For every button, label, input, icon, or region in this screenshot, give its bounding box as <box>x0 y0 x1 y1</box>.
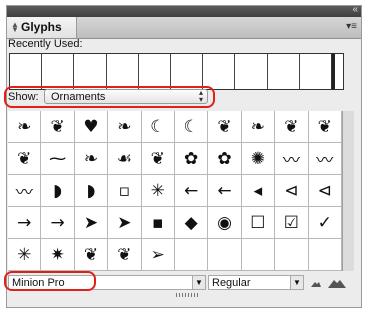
glyph-cell[interactable]: ❦ <box>141 143 175 175</box>
highlight-ring-font <box>4 271 96 291</box>
recent-glyph-cell[interactable] <box>300 54 331 89</box>
glyph-cell[interactable]: 〰 <box>308 143 342 175</box>
glyph-cell[interactable] <box>308 239 342 271</box>
glyph-cell[interactable]: ✳ <box>141 175 175 207</box>
glyph-cell[interactable]: 〰 <box>8 175 42 207</box>
font-style-value: Regular <box>212 277 251 289</box>
glyph-cell[interactable]: ◂ <box>241 175 276 207</box>
glyph-cell[interactable] <box>208 239 242 271</box>
recent-glyph-cell[interactable] <box>171 54 204 89</box>
glyph-cell[interactable]: → <box>41 207 75 239</box>
glyph-cell[interactable]: ➤ <box>74 207 109 239</box>
glyph-cell[interactable] <box>241 239 276 271</box>
font-style-field[interactable]: Regular <box>208 275 302 290</box>
glyph-cell[interactable]: ❦ <box>275 111 309 143</box>
zoom-out-icon[interactable] <box>310 279 322 288</box>
recent-glyph-cell[interactable] <box>268 54 300 89</box>
collapse-icon[interactable]: « <box>352 4 357 15</box>
panel-title-bar[interactable]: « <box>7 4 361 17</box>
glyph-cell[interactable]: ❧ <box>108 111 142 143</box>
glyph-cell[interactable]: ✺ <box>241 143 276 175</box>
glyph-cell[interactable]: ❧ <box>8 111 42 143</box>
glyph-cell[interactable]: ♥ <box>74 111 109 143</box>
tab-grip-icon[interactable]: ▲ ▼ <box>11 21 19 34</box>
panel-tab-row: ▲ ▼ Glyphs ▾≡ <box>7 17 361 39</box>
glyph-cell[interactable]: → <box>8 207 42 239</box>
panel-menu-icon[interactable]: ▾≡ <box>346 21 357 33</box>
glyph-cell[interactable]: ☑ <box>275 207 309 239</box>
glyph-cell[interactable]: ◉ <box>208 207 242 239</box>
recent-glyph-cell[interactable] <box>74 54 107 89</box>
glyph-cell[interactable]: ❦ <box>74 239 109 271</box>
glyph-cell[interactable]: ◆ <box>174 207 209 239</box>
glyph-cell[interactable]: ❦ <box>208 111 242 143</box>
recent-glyph-cell[interactable] <box>203 54 236 89</box>
glyph-cell[interactable]: ◗ <box>74 175 109 207</box>
resize-grip-icon[interactable] <box>176 293 198 297</box>
glyph-cell[interactable]: ☾ <box>174 111 209 143</box>
glyph-cell[interactable]: ❦ <box>308 111 342 143</box>
recent-glyph-cell[interactable] <box>10 54 43 89</box>
glyph-cell[interactable]: ▪ <box>141 207 175 239</box>
glyph-grid: ❧ ❦ ♥ ❧ ☾ ☾ ❦ ❧ ❦ ❦ ❦ ⁓ ❧ ☙ ❦ ✿ ✿ ✺ 〰〰〰 ◗ ◗ ▫ ✳ ← ← ◂ ⊲ ⊲ → → ➤ ➤ ▪ ◆ ◉ ☐ ☑ ✓… <box>8 111 342 271</box>
glyph-cell[interactable]: ⊲ <box>308 175 342 207</box>
recent-glyph-cell[interactable] <box>235 54 268 89</box>
glyph-cell[interactable]: ⁓ <box>41 143 75 175</box>
tab-label: Glyphs <box>21 20 62 34</box>
highlight-ring-show <box>4 86 215 108</box>
glyph-cell[interactable]: ✷ <box>41 239 75 271</box>
glyph-cell[interactable]: 〰 <box>275 143 309 175</box>
glyph-cell[interactable]: ✿ <box>208 143 242 175</box>
font-style-dropdown-icon[interactable]: ▼ <box>290 275 304 290</box>
glyph-cell[interactable]: ❦ <box>108 239 142 271</box>
glyph-cell[interactable]: ❧ <box>241 111 276 143</box>
glyph-cell[interactable]: ◗ <box>41 175 75 207</box>
glyph-cell[interactable]: ✿ <box>174 143 209 175</box>
glyph-cell[interactable] <box>174 239 209 271</box>
recently-used-grid <box>9 53 332 90</box>
tab-glyphs[interactable]: ▲ ▼ Glyphs <box>7 17 77 38</box>
glyph-cell[interactable]: ➤ <box>108 207 142 239</box>
zoom-in-icon[interactable] <box>328 279 346 288</box>
glyph-cell[interactable] <box>275 239 309 271</box>
recently-used-label: Recently Used: <box>8 38 83 50</box>
recent-glyph-cell[interactable] <box>107 54 139 89</box>
recent-glyph-cell[interactable] <box>139 54 172 89</box>
glyph-cell[interactable]: ✓ <box>308 207 342 239</box>
glyph-cell[interactable]: ❦ <box>41 111 75 143</box>
glyph-grid-scrollbar[interactable] <box>342 111 354 271</box>
glyph-cell[interactable]: ▫ <box>108 175 142 207</box>
glyph-cell[interactable]: ❧ <box>74 143 109 175</box>
glyph-cell[interactable]: ⊲ <box>275 175 309 207</box>
glyph-cell[interactable]: ✳ <box>8 239 42 271</box>
recent-glyph-cell[interactable] <box>42 54 75 89</box>
glyph-cell[interactable]: ☾ <box>141 111 175 143</box>
glyph-cell[interactable]: ← <box>208 175 242 207</box>
glyph-cell[interactable]: ← <box>174 175 209 207</box>
glyph-cell[interactable]: ☙ <box>108 143 142 175</box>
recent-scrollbar[interactable] <box>332 53 344 90</box>
glyph-cell[interactable]: ❦ <box>8 143 42 175</box>
font-family-dropdown-icon[interactable]: ▼ <box>192 275 206 290</box>
glyph-cell[interactable]: ☐ <box>241 207 276 239</box>
glyph-cell[interactable]: ➢ <box>141 239 175 271</box>
